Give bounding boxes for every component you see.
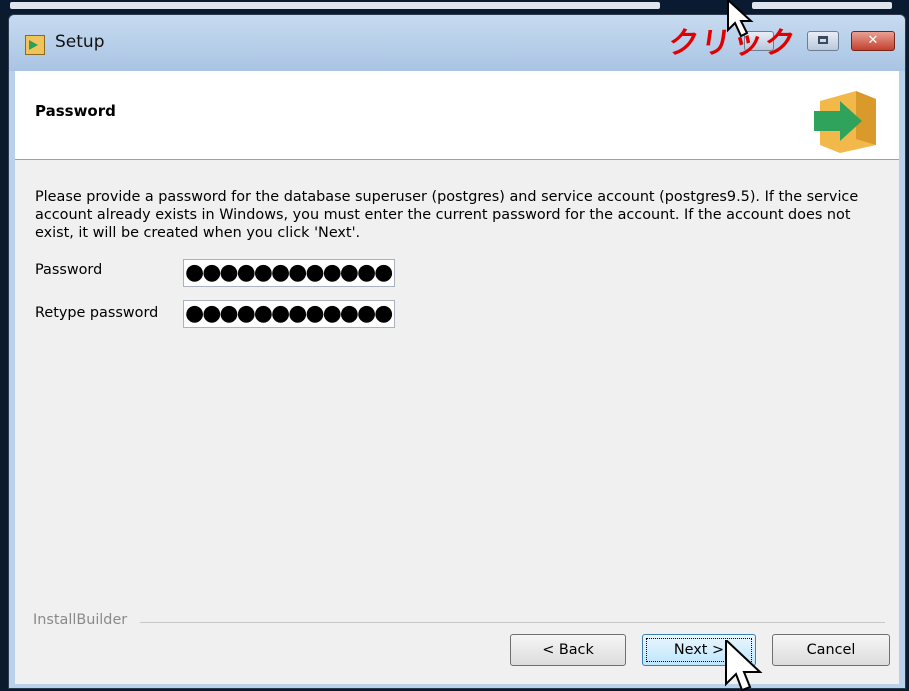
maximize-button[interactable] <box>807 31 839 51</box>
close-icon: ✕ <box>867 33 879 48</box>
window-title: Setup <box>55 32 105 52</box>
page-header: Password <box>15 71 899 160</box>
mouse-cursor-icon-top <box>727 0 754 38</box>
close-button[interactable]: ✕ <box>851 31 895 51</box>
retype-password-label: Retype password <box>35 305 159 321</box>
installbuilder-brand: InstallBuilder <box>33 612 132 628</box>
retype-password-field[interactable]: ●●●●●●●●●●●● <box>183 300 395 328</box>
instructions-text: Please provide a password for the databa… <box>35 189 859 241</box>
installer-box-icon <box>814 91 876 153</box>
setup-window: Setup ✕ クリック Password Please provide a p… <box>8 14 906 689</box>
cancel-button[interactable]: Cancel <box>772 634 890 666</box>
footer-divider <box>140 622 885 623</box>
password-label: Password <box>35 262 103 278</box>
installer-app-icon <box>25 35 45 55</box>
background-window-edge-right <box>752 2 892 9</box>
mouse-cursor-icon-bottom <box>725 640 763 691</box>
page-title: Password <box>35 102 116 120</box>
background-desktop-strip <box>0 0 909 14</box>
dialog-body: Password Please provide a password for t… <box>15 71 899 684</box>
background-window-edge <box>10 2 660 9</box>
password-field[interactable]: ●●●●●●●●●●●● <box>183 259 395 287</box>
back-button[interactable]: < Back <box>510 634 626 666</box>
title-bar[interactable]: Setup ✕ クリック <box>9 15 905 71</box>
